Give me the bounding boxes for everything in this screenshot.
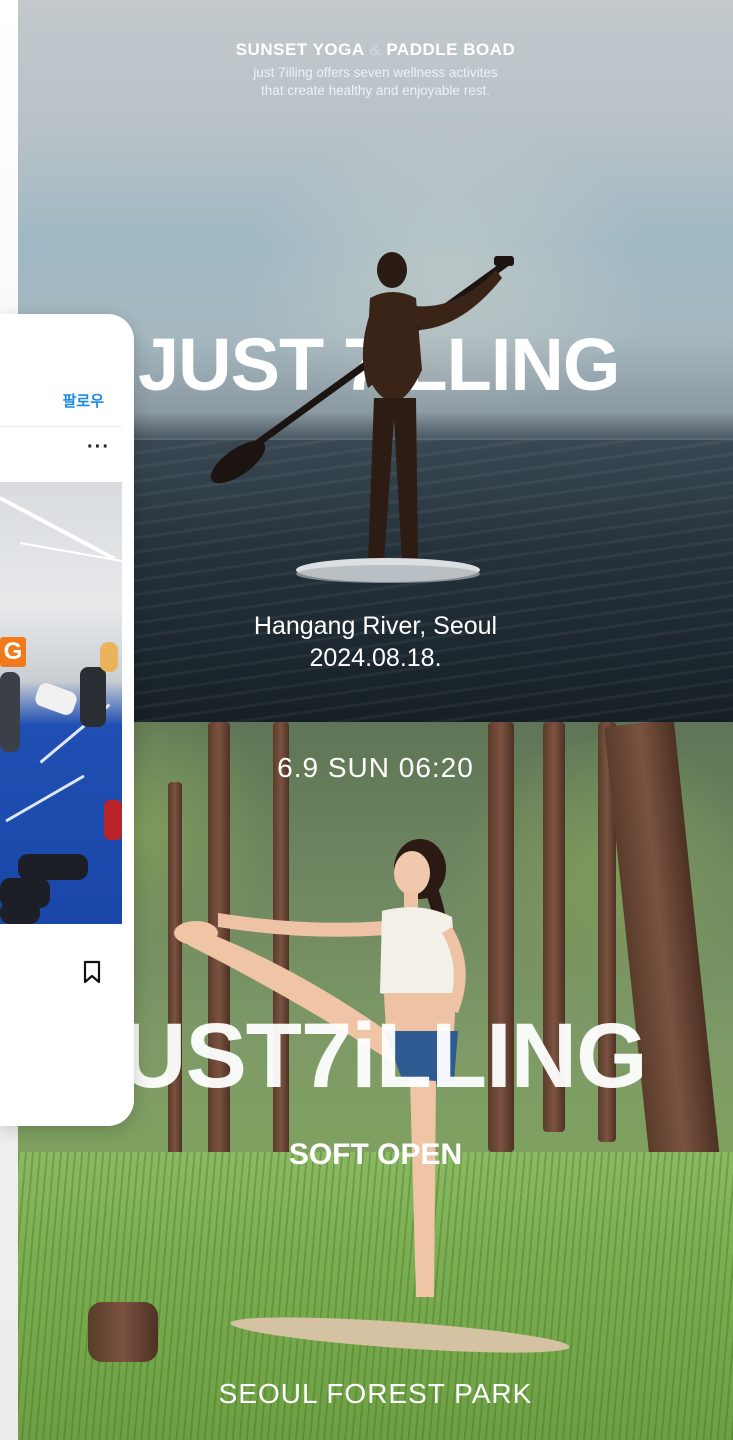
instagram-post-card[interactable]: 팔로우 ··· G: [0, 314, 134, 1126]
paddler-silhouette: [210, 252, 514, 583]
subtitle-line-1: just 7illing offers seven wellness activ…: [253, 65, 498, 80]
gym-person: [100, 642, 118, 672]
card-divider: [0, 426, 122, 427]
subtitle-line-2: that create healthy and enjoyable rest.: [261, 83, 490, 98]
gym-person: [0, 672, 20, 752]
bookmark-icon[interactable]: [82, 960, 102, 984]
event-place: SEOUL FOREST PARK: [218, 1378, 533, 1409]
soft-open-label: SOFT OPEN: [288, 1138, 463, 1171]
photo-overlay-letter: G: [0, 637, 26, 667]
brand-wordmark-large: UST7iLLING: [120, 1005, 648, 1107]
title-right: PADDLE BOAD: [386, 40, 516, 59]
more-options-icon[interactable]: ···: [87, 436, 110, 459]
floor-line: [5, 774, 85, 823]
title-left: SUNSET YOGA: [235, 40, 365, 59]
poster-header: SUNSET YOGA & PADDLE BOAD just 7illing o…: [18, 40, 733, 100]
post-photo-gym[interactable]: G: [0, 482, 122, 924]
sandbag: [18, 854, 88, 880]
poster-title: SUNSET YOGA & PADDLE BOAD: [18, 40, 733, 60]
title-amp: &: [369, 40, 382, 59]
gym-person: [80, 667, 106, 727]
kettlebell: [104, 800, 122, 840]
ceiling-light: [0, 496, 116, 561]
gym-person: [33, 680, 79, 718]
tree-stump: [88, 1302, 158, 1362]
overlay-letter: G: [3, 638, 23, 665]
follow-button[interactable]: 팔로우: [63, 390, 104, 411]
sandbag: [0, 902, 40, 924]
poster-subtitle: just 7illing offers seven wellness activ…: [18, 64, 733, 100]
